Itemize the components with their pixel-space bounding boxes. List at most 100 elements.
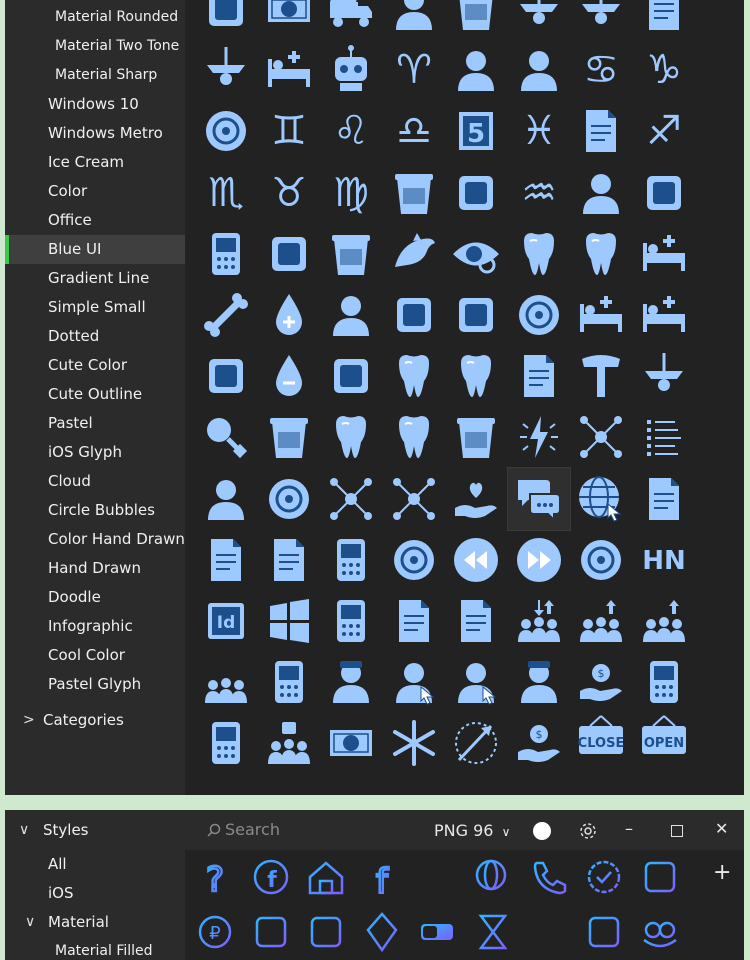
blood-drop-plus-cell[interactable] (258, 284, 320, 346)
blood-drop-minus-cell[interactable] (258, 345, 320, 407)
beach-chair-cell[interactable] (633, 223, 695, 285)
sidebar-item-doodle[interactable]: Doodle (5, 583, 185, 612)
tooth-braces-cell[interactable] (383, 345, 445, 407)
sidebar-item-windows-metro[interactable]: Windows Metro (5, 119, 185, 148)
facebook-circle-cell[interactable]: f (247, 853, 295, 901)
eye-search-cell[interactable] (445, 223, 507, 285)
money-hand-cell[interactable]: $ (508, 712, 570, 774)
ceiling-fan-cell[interactable] (508, 0, 570, 40)
rope-bridge-cell[interactable] (633, 162, 695, 224)
sidebar-item-categories[interactable]: > Categories (5, 706, 185, 735)
trash-bin-cell[interactable] (383, 162, 445, 224)
hospital-bed-plus-cell[interactable] (570, 284, 632, 346)
wall-lamp-cell[interactable] (633, 345, 695, 407)
folder-lock-cell[interactable] (570, 100, 632, 162)
sidebar-item-material[interactable]: ∨ Material (5, 908, 185, 937)
cancer-zodiac-cell[interactable]: ♋ (570, 39, 632, 101)
sidebar-item-office[interactable]: Office (5, 206, 185, 235)
indesign-cell[interactable]: Id (195, 590, 257, 652)
facebook-cell[interactable]: f (358, 853, 406, 904)
sidebar-item-material-rounded[interactable]: Material Rounded (5, 3, 185, 32)
ceiling-fan-light-cell[interactable] (570, 0, 632, 40)
tooth-cell[interactable] (320, 406, 382, 468)
menu-lines-cell[interactable] (525, 908, 573, 956)
sidebar-item-cute-outline[interactable]: Cute Outline (5, 380, 185, 409)
search-input[interactable]: Search (185, 810, 385, 850)
taurus-cell[interactable]: ♉ (258, 162, 320, 224)
office-worker-cell[interactable] (383, 0, 445, 40)
pisces-cell[interactable]: ♓ (508, 100, 570, 162)
kite-cell[interactable] (358, 908, 406, 956)
sidebar-item-circle-bubbles[interactable]: Circle Bubbles (5, 496, 185, 525)
sidebar-item-cloud[interactable]: Cloud (5, 467, 185, 496)
sidebar-item-color[interactable]: Color (5, 177, 185, 206)
sidebar-item-hand-drawn[interactable]: Hand Drawn (5, 554, 185, 583)
spray-bottle-cell[interactable] (383, 284, 445, 346)
org-chart-cell[interactable] (570, 406, 632, 468)
format-dropdown[interactable]: PNG 96 ∨ (434, 821, 510, 840)
add-button[interactable]: + (713, 860, 731, 885)
hammer-cell[interactable] (570, 345, 632, 407)
dolphin-cell[interactable] (383, 223, 445, 285)
minimize-icon[interactable]: – (625, 819, 633, 838)
color-swatch[interactable] (533, 822, 551, 840)
sidebar-item-dotted[interactable]: Dotted (5, 322, 185, 351)
close-icon[interactable]: ✕ (715, 819, 728, 838)
police-cap-cell[interactable] (508, 651, 570, 713)
bone-cell[interactable] (195, 284, 257, 346)
inbox-tray-cell[interactable] (195, 0, 257, 40)
user-cursor-cell[interactable] (383, 651, 445, 713)
magic-8-ball-cell[interactable] (570, 529, 632, 591)
person-cell[interactable] (320, 284, 382, 346)
sidebar-item-ios[interactable]: iOS (5, 879, 185, 908)
calculator-dollar-cell[interactable] (195, 712, 257, 774)
leo-cell[interactable]: ♌ (320, 100, 382, 162)
file-import-cell[interactable] (195, 529, 257, 591)
ceiling-lamp-cell[interactable] (195, 39, 257, 101)
sidebar-item-material-filled[interactable]: Material Filled (5, 937, 185, 960)
meeting-cell[interactable] (195, 651, 257, 713)
box-network-cell[interactable] (383, 468, 445, 530)
finder-cell[interactable] (636, 853, 684, 901)
aquarius-cell[interactable]: ♒ (508, 162, 570, 224)
sidebar-item-cute-color[interactable]: Cute Color (5, 351, 185, 380)
bathtub-person-cell[interactable] (570, 162, 632, 224)
sidebar-item-simple-small[interactable]: Simple Small (5, 293, 185, 322)
sidebar-item-material-sharp[interactable]: Material Sharp (5, 61, 185, 90)
police-officer-cell[interactable] (320, 651, 382, 713)
magnifier-cell[interactable] (195, 406, 257, 468)
monster-eyes-cell[interactable] (636, 908, 684, 956)
swimsuit-cell[interactable] (247, 908, 295, 956)
sidebar-item-pastel-glyph[interactable]: Pastel Glyph (5, 670, 185, 699)
users-cursor-cell[interactable] (445, 651, 507, 713)
lightning-cell[interactable] (508, 406, 570, 468)
house-cell[interactable] (302, 853, 350, 901)
globe-cursor-cell[interactable] (570, 468, 632, 530)
sidebar-item-all[interactable]: All (5, 850, 185, 879)
man-avatar-cell[interactable] (445, 39, 507, 101)
fast-forward-cell[interactable] (508, 529, 570, 591)
face-scan-cell[interactable] (195, 468, 257, 530)
plant-pot-cell[interactable] (258, 406, 320, 468)
open-sign-cell[interactable]: OPEN (633, 712, 695, 774)
sidebar-item-blue-ui[interactable]: Blue UI (5, 235, 185, 264)
ceiling-fan-cell[interactable] (302, 908, 350, 956)
iphone-cell[interactable] (320, 590, 382, 652)
woman-avatar-cell[interactable] (508, 39, 570, 101)
sidebar-item-ios-glyph[interactable]: iOS Glyph (5, 438, 185, 467)
group-cell[interactable] (633, 590, 695, 652)
hospital-bed-cell[interactable] (258, 39, 320, 101)
mobile-dollar-cell[interactable] (633, 651, 695, 713)
list-cell[interactable] (633, 406, 695, 468)
sidebar-item-windows-10[interactable]: Windows 10 (5, 90, 185, 119)
garden-sprinkler-cell[interactable] (320, 345, 382, 407)
document-fold-cell[interactable] (508, 345, 570, 407)
flask-cell[interactable] (445, 284, 507, 346)
hourglass-cell[interactable] (469, 908, 517, 956)
styles-header[interactable]: ∨ Styles (5, 816, 185, 845)
aries-cell[interactable]: ♈ (383, 39, 445, 101)
sidebar-item-color-hand-drawn[interactable]: Color Hand Drawn (5, 525, 185, 554)
windows-logo-cell[interactable] (258, 590, 320, 652)
verified-badge-cell[interactable] (580, 853, 628, 901)
pot-cell[interactable] (445, 406, 507, 468)
